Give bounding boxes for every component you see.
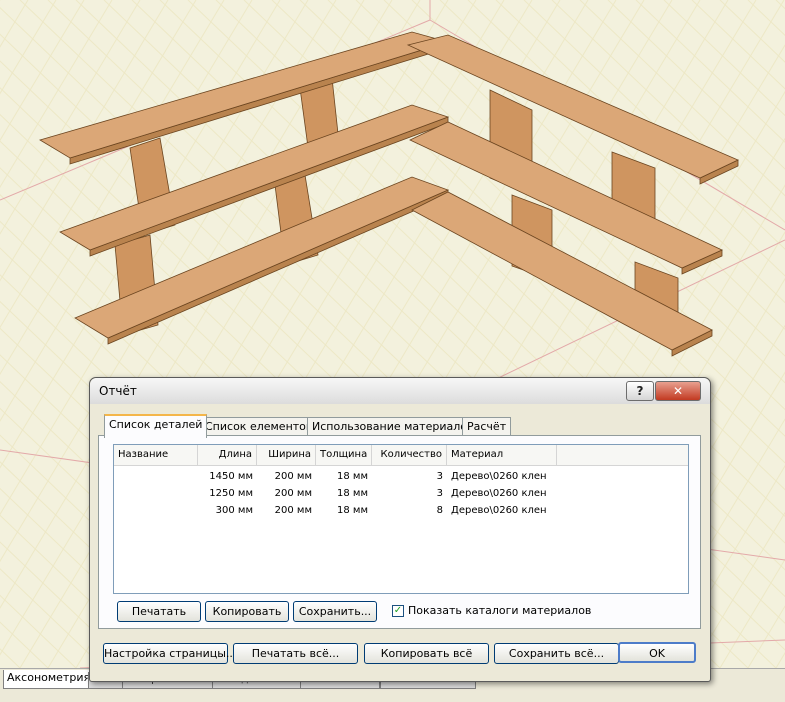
column-header-quantity[interactable]: Количество [372, 445, 447, 465]
cell-quantity: 8 [436, 505, 443, 516]
column-header-name[interactable]: Название [114, 445, 198, 465]
dialog-title: Отчёт [99, 384, 137, 398]
show-catalogs-checkbox[interactable]: ✓ [392, 605, 404, 617]
help-button[interactable]: ? [626, 381, 654, 401]
cell-material: Дерево\0260 клен [451, 488, 547, 499]
show-catalogs-label[interactable]: Показать каталоги материалов [408, 604, 591, 617]
cell-width: 200 мм [274, 505, 312, 516]
cell-width: 200 мм [274, 471, 312, 482]
column-header-material[interactable]: Материал [447, 445, 557, 465]
report-dialog: Отчёт ? ✕ Список деталей Список елементо… [89, 377, 711, 682]
cell-thickness: 18 мм [337, 505, 368, 516]
cell-length: 1250 мм [209, 488, 253, 499]
parts-list-panel: Название Длина Ширина Толщина Количество… [98, 435, 701, 629]
print-button[interactable]: Печатать [117, 601, 201, 622]
cell-material: Дерево\0260 клен [451, 505, 547, 516]
copy-all-button[interactable]: Копировать всё [364, 643, 489, 664]
copy-button[interactable]: Копировать [205, 601, 289, 622]
cell-material: Дерево\0260 клен [451, 471, 547, 482]
column-header-width[interactable]: Ширина [257, 445, 316, 465]
view-tab-axonometry[interactable]: Аксонометрия [3, 670, 95, 689]
column-header-thickness[interactable]: Толщина [316, 445, 372, 465]
print-all-button[interactable]: Печатать всё... [233, 643, 358, 664]
cell-name [114, 502, 198, 519]
ok-button[interactable]: OK [618, 642, 696, 663]
tab-elements-list[interactable]: Список елементов [200, 417, 318, 436]
cell-name [114, 468, 198, 485]
cell-length: 1450 мм [209, 471, 253, 482]
cell-thickness: 18 мм [337, 471, 368, 482]
cell-thickness: 18 мм [337, 488, 368, 499]
column-header-length[interactable]: Длина [198, 445, 257, 465]
cell-name [114, 485, 198, 502]
save-all-button[interactable]: Сохранить всё... [494, 643, 619, 664]
cell-quantity: 3 [436, 471, 443, 482]
cell-length: 300 мм [215, 505, 253, 516]
parts-table[interactable]: Название Длина Ширина Толщина Количество… [113, 444, 689, 594]
page-setup-button[interactable]: Настройка страницы... [103, 643, 236, 664]
table-header: Название Длина Ширина Толщина Количество… [114, 445, 688, 466]
save-button[interactable]: Сохранить... [293, 601, 377, 622]
dialog-titlebar[interactable]: Отчёт ? ✕ [90, 378, 710, 404]
cell-width: 200 мм [274, 488, 312, 499]
tab-material-usage[interactable]: Использование материалов [307, 417, 479, 436]
cell-quantity: 3 [436, 488, 443, 499]
tab-parts-list[interactable]: Список деталей [104, 414, 208, 438]
close-button[interactable]: ✕ [655, 381, 701, 401]
tab-calculation[interactable]: Расчёт [462, 417, 512, 436]
